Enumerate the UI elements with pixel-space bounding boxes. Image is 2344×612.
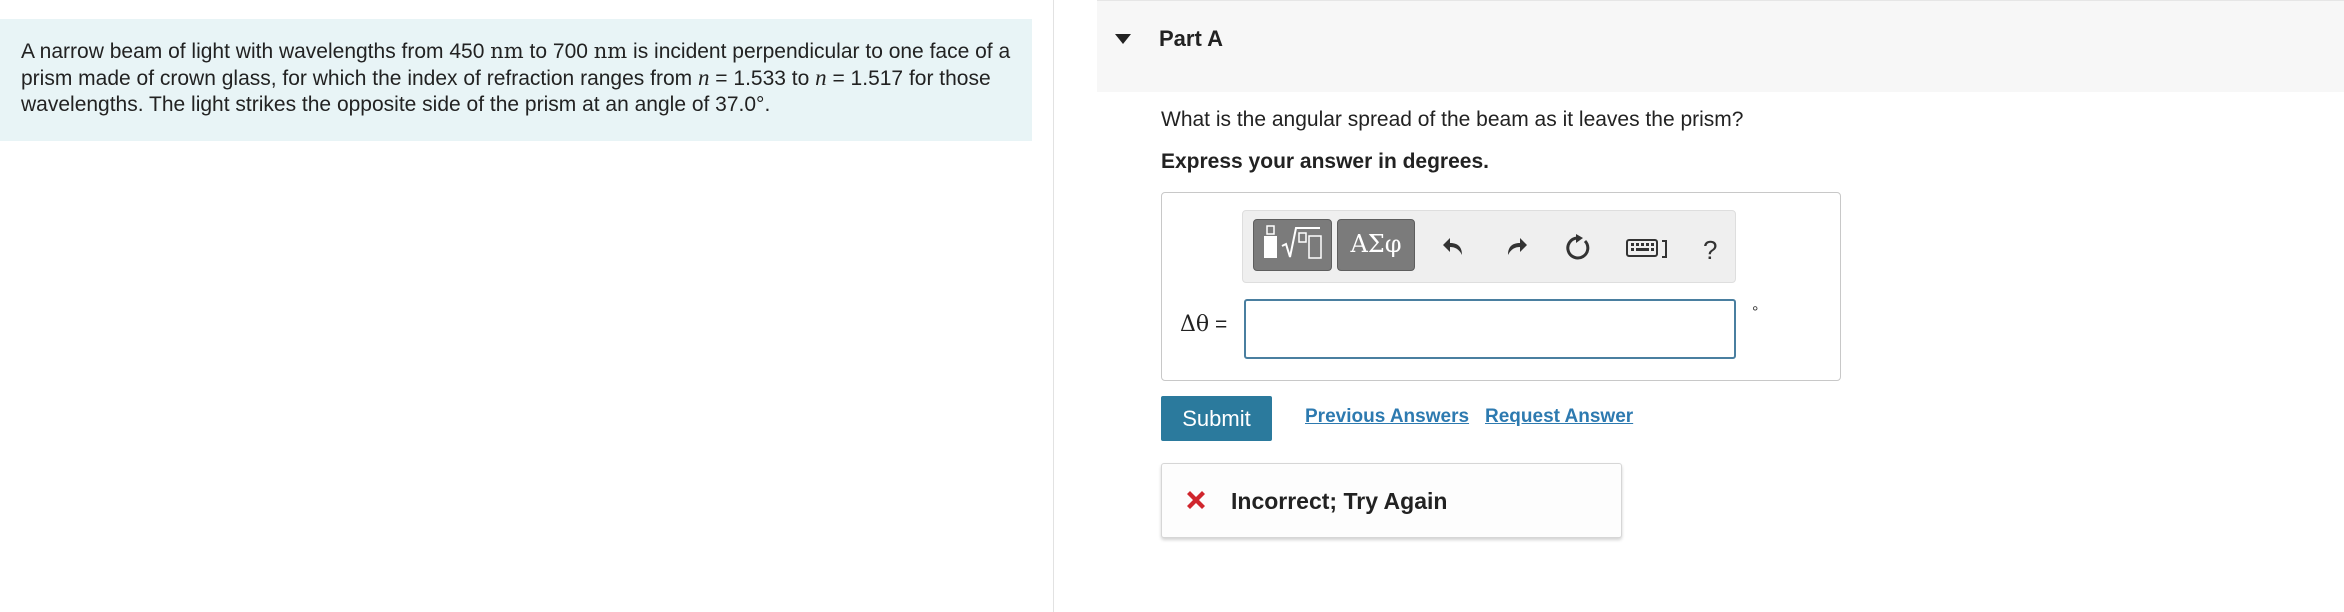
collapse-caret-icon[interactable] [1115, 34, 1131, 44]
unit-nm: nm [593, 39, 628, 63]
answer-label: Δθ = [1180, 312, 1227, 337]
problem-pane: A narrow beam of light with wavelengths … [0, 0, 1053, 612]
question-text: What is the angular spread of the beam a… [1161, 108, 1744, 131]
keyboard-icon[interactable] [1626, 233, 1670, 261]
problem-text: = 1.517 for those [826, 67, 991, 90]
undo-icon[interactable] [1440, 233, 1468, 261]
request-answer-link[interactable]: Request Answer [1485, 406, 1633, 428]
variable-n: n [815, 65, 827, 90]
templates-icon [1264, 225, 1322, 259]
math-toolbar: ΑΣφ ? [1242, 210, 1736, 283]
templates-button[interactable] [1253, 219, 1332, 271]
help-icon[interactable]: ? [1703, 235, 1717, 266]
problem-text: to 700 [523, 40, 594, 63]
symbols-button[interactable]: ΑΣφ [1337, 219, 1415, 271]
problem-text: A narrow beam of light with wavelengths … [21, 40, 491, 63]
problem-text: = 1.533 to [709, 67, 816, 90]
part-header[interactable]: Part A [1097, 0, 2344, 92]
variable-n: n [697, 65, 710, 90]
problem-text: prism made of crown glass, for which the… [21, 67, 698, 90]
part-title: Part A [1159, 26, 1223, 51]
problem-line-3: wavelengths. The light strikes the oppos… [21, 93, 771, 116]
answer-instruction: Express your answer in degrees. [1161, 150, 1489, 173]
reset-icon[interactable] [1563, 233, 1591, 261]
unit-nm: nm [490, 39, 524, 63]
feedback-message: Incorrect; Try Again [1161, 463, 1622, 538]
problem-statement: A narrow beam of light with wavelengths … [0, 19, 1032, 141]
problem-line-2: prism made of crown glass, for which the… [21, 65, 1012, 92]
problem-line-1: A narrow beam of light with wavelengths … [21, 38, 1012, 65]
submit-button[interactable]: Submit [1161, 396, 1272, 441]
feedback-text: Incorrect; Try Again [1231, 488, 1448, 514]
answer-input[interactable] [1244, 299, 1736, 359]
incorrect-x-icon [1184, 488, 1208, 512]
answer-box: ΑΣφ ? Δθ = ° [1161, 192, 1841, 381]
equals-sign: = [1209, 313, 1228, 336]
delta-theta-symbol: Δθ [1180, 312, 1210, 337]
previous-answers-link[interactable]: Previous Answers [1305, 406, 1469, 428]
problem-text: is incident perpendicular to one face of… [627, 40, 1011, 63]
redo-icon[interactable] [1502, 233, 1530, 261]
question-pane: Part A What is the angular spread of the… [1054, 0, 2344, 612]
degree-unit: ° [1752, 304, 1759, 321]
